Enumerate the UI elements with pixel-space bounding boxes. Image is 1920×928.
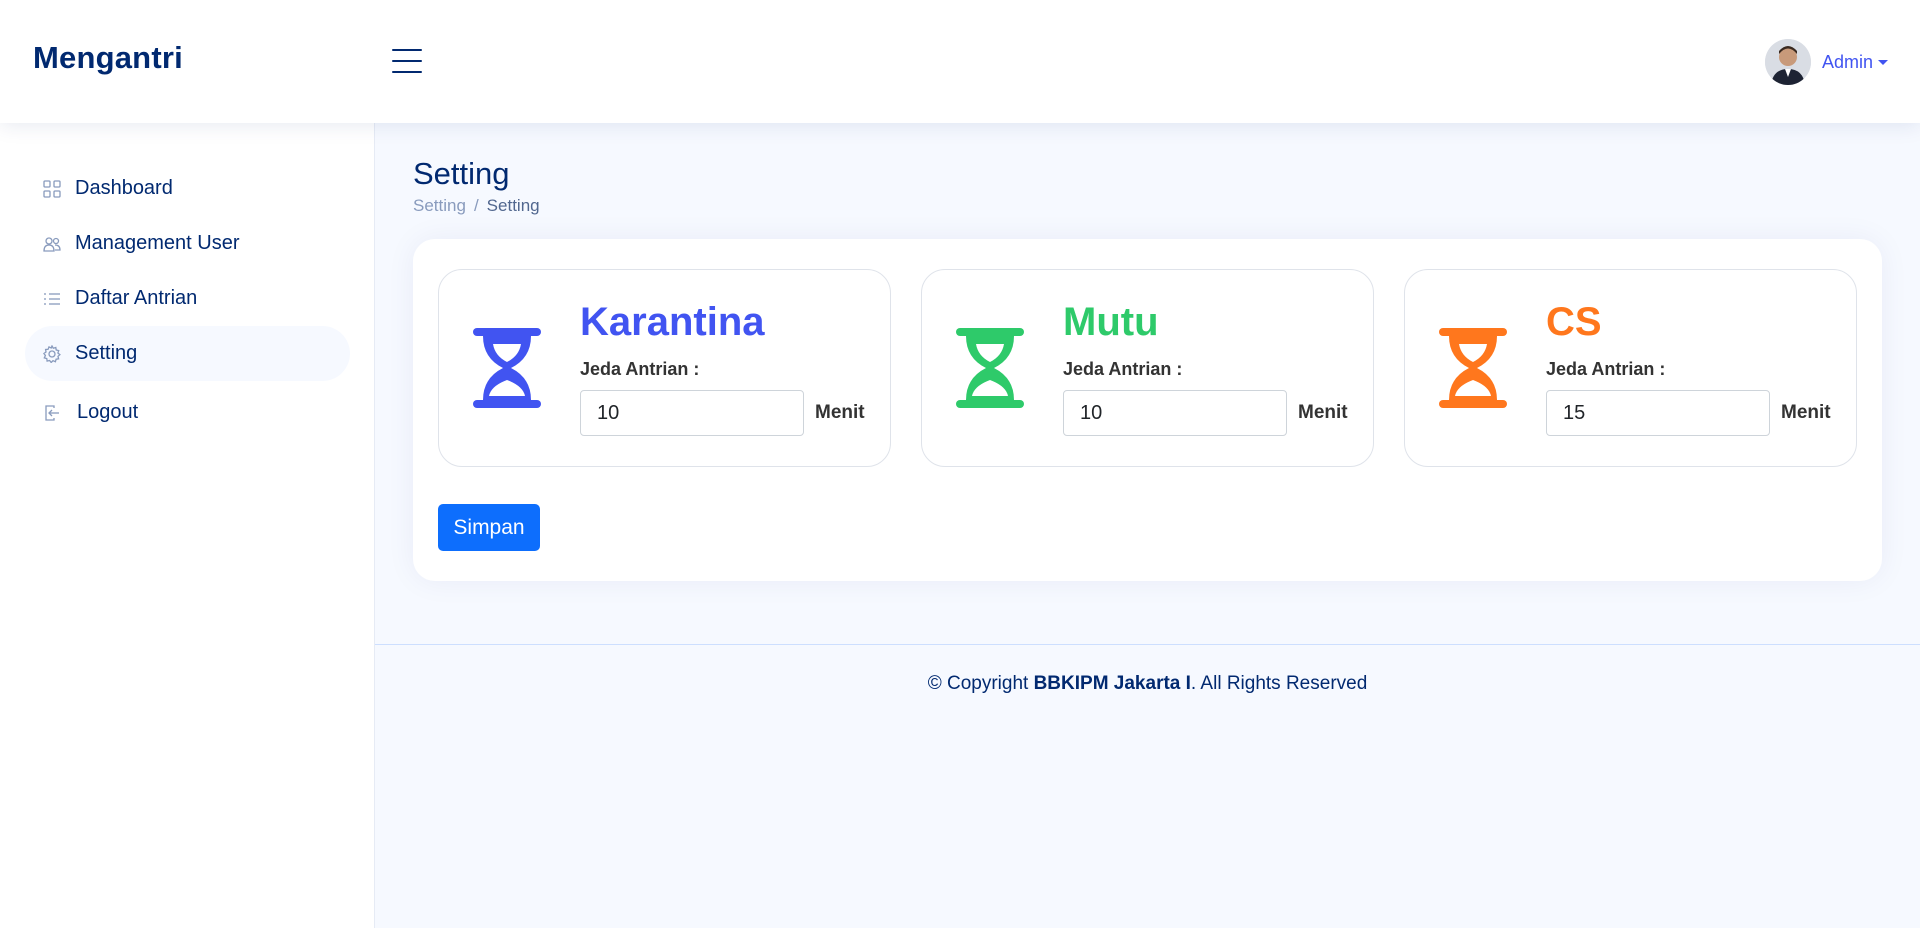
footer-divider [375, 644, 1920, 645]
breadcrumb: Setting / Setting [413, 196, 540, 215]
sidebar-item-label: Setting [75, 342, 138, 364]
settings-card: Karantina Jeda Antrian : 10 Menit Mutu J… [413, 239, 1882, 581]
hourglass-icon [473, 328, 541, 408]
sidebar-item-label: Dashboard [75, 177, 173, 199]
queue-card-mutu: Mutu Jeda Antrian : 10 Menit [921, 269, 1374, 467]
queue-card-karantina: Karantina Jeda Antrian : 10 Menit [438, 269, 891, 467]
footer-prefix: © Copyright [927, 673, 1034, 694]
jeda-antrian-input-cs[interactable]: 15 [1546, 390, 1770, 436]
hourglass-icon [1439, 328, 1507, 408]
list-icon [43, 290, 61, 308]
gear-icon [43, 344, 61, 363]
jeda-antrian-input-mutu[interactable]: 10 [1063, 390, 1287, 436]
save-button[interactable]: Simpan [438, 504, 540, 551]
sidebar-item-setting[interactable]: Setting [25, 326, 350, 381]
queue-label: Jeda Antrian : [1063, 359, 1183, 379]
menu-toggle-icon[interactable] [392, 49, 422, 73]
sidebar-item-management-user[interactable]: Management User [25, 216, 350, 271]
profile-name: Admin [1821, 51, 1873, 72]
page-title: Setting [413, 156, 510, 191]
sidebar-item-logout[interactable]: Logout [25, 385, 350, 440]
avatar [1764, 39, 1811, 85]
breadcrumb-link[interactable]: Setting [413, 196, 466, 215]
queue-label: Jeda Antrian : [580, 359, 700, 379]
sidebar-item-daftar-antrian[interactable]: Daftar Antrian [25, 271, 350, 326]
queue-unit: Menit [815, 402, 865, 423]
queue-unit: Menit [1781, 402, 1831, 423]
hourglass-icon [956, 328, 1024, 408]
jeda-antrian-input-karantina[interactable]: 10 [580, 390, 804, 436]
sidebar-item-label: Daftar Antrian [75, 287, 198, 309]
grid-icon [43, 179, 61, 198]
logout-icon [43, 404, 61, 422]
queue-name: Karantina [580, 300, 765, 344]
chevron-down-icon [1878, 59, 1888, 65]
profile-dropdown[interactable]: Admin [1764, 39, 1888, 85]
queue-card-cs: CS Jeda Antrian : 15 Menit [1404, 269, 1857, 467]
app-logo[interactable]: Mengantri [33, 40, 183, 76]
people-icon [43, 235, 61, 253]
footer: © Copyright BBKIPM Jakarta I. All Rights… [375, 673, 1920, 695]
sidebar-item-label: Logout [77, 401, 139, 423]
footer-suffix: . All Rights Reserved [1190, 673, 1368, 694]
sidebar: Dashboard Management User Daftar Antrian [0, 123, 375, 928]
header: Mengantri Admin [0, 0, 1920, 123]
breadcrumb-current: Setting [486, 196, 540, 215]
queue-name: Mutu [1063, 300, 1159, 344]
sidebar-item-dashboard[interactable]: Dashboard [25, 161, 350, 216]
sidebar-item-label: Management User [75, 232, 240, 254]
queue-name: CS [1546, 300, 1602, 344]
queue-label: Jeda Antrian : [1546, 359, 1666, 379]
queue-unit: Menit [1298, 402, 1348, 423]
footer-org: BBKIPM Jakarta I [1033, 673, 1191, 694]
